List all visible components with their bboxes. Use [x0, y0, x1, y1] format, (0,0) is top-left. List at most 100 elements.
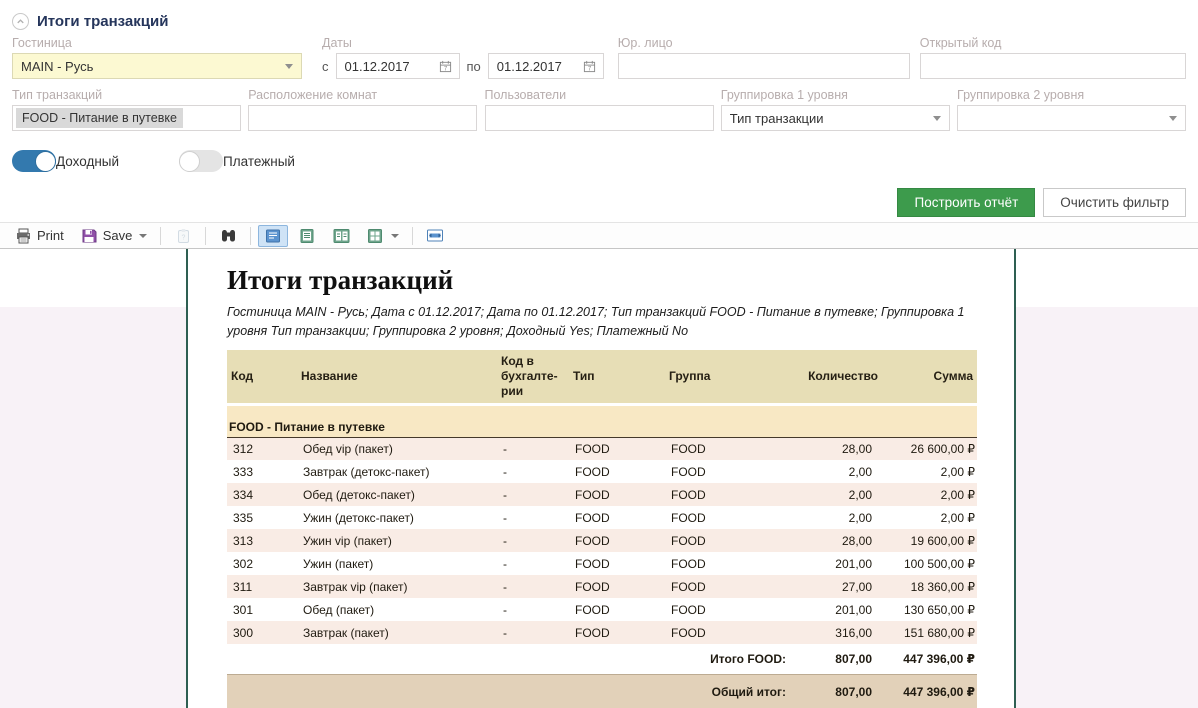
table-row: 313Ужин vip (пакет)-FOODFOOD28,0019 600,… [227, 529, 977, 552]
single-page-view-button[interactable] [258, 225, 288, 247]
continuous-view-button[interactable] [292, 225, 322, 247]
hotel-filter: Гостиница MAIN - Русь [12, 36, 302, 79]
table-cell: 312 [227, 437, 297, 460]
table-cell: 316,00 [794, 621, 882, 644]
table-cell: FOOD [569, 460, 665, 483]
save-button[interactable]: Save [74, 225, 154, 247]
calendar-icon[interactable]: 7 [581, 57, 599, 75]
chevron-down-icon [285, 64, 293, 69]
transaction-type-input[interactable]: FOOD - Питание в путевке [12, 105, 241, 131]
print-button[interactable]: Print [8, 225, 70, 247]
users-input[interactable] [486, 106, 713, 130]
multi-page-grid-button[interactable] [360, 225, 405, 247]
grouping2-select[interactable] [957, 105, 1186, 131]
table-cell: 2,00 [794, 460, 882, 483]
hotel-label: Гостиница [12, 36, 302, 53]
table-cell: - [497, 529, 569, 552]
grouping1-select[interactable]: Тип транзакции [721, 105, 950, 131]
clear-filter-button[interactable]: Очистить фильтр [1043, 188, 1186, 217]
room-location-input[interactable] [249, 106, 476, 130]
report-page: Итоги транзакций Гостиница MAIN - Русь; … [186, 249, 1016, 708]
table-cell: 2,00 ₽ [882, 460, 977, 483]
clipboard-button[interactable]: ? [168, 225, 198, 247]
group-total-row: Итого FOOD: 807,00 447 396,00 ₽ [227, 644, 977, 674]
date-from-field: 7 [336, 53, 460, 79]
table-cell: 301 [227, 598, 297, 621]
table-cell: Ужин (детокс-пакет) [297, 506, 497, 529]
users-label: Пользователи [485, 88, 714, 105]
table-row: 334Обед (детокс-пакет)-FOODFOOD2,002,00 … [227, 483, 977, 506]
table-cell: Обед (пакет) [297, 598, 497, 621]
table-cell: FOOD [569, 598, 665, 621]
table-cell: 311 [227, 575, 297, 598]
room-location-label: Расположение комнат [248, 88, 477, 105]
payment-toggle[interactable] [179, 150, 223, 172]
toolbar-separator [205, 227, 206, 245]
report-filter-summary: Гостиница MAIN - Русь; Дата с 01.12.2017… [227, 303, 977, 341]
search-button[interactable] [213, 225, 243, 247]
table-cell: FOOD [665, 598, 794, 621]
page-title: Итоги транзакций [37, 13, 168, 30]
table-cell: 2,00 ₽ [882, 506, 977, 529]
binoculars-icon [219, 227, 237, 245]
table-cell: FOOD [569, 552, 665, 575]
build-report-button[interactable]: Построить отчёт [897, 188, 1035, 217]
report-viewer: Итоги транзакций Гостиница MAIN - Русь; … [0, 249, 1198, 708]
page-width-button[interactable] [420, 225, 450, 247]
legal-entity-filter: Юр. лицо [618, 36, 910, 79]
table-row: 333Завтрак (детокс-пакет)-FOODFOOD2,002,… [227, 460, 977, 483]
group-header-label: FOOD - Питание в путевке [227, 404, 977, 437]
group-total-quantity: 807,00 [794, 644, 882, 674]
table-cell: 28,00 [794, 529, 882, 552]
table-row: 301Обед (пакет)-FOODFOOD201,00130 650,00… [227, 598, 977, 621]
table-cell: FOOD [665, 483, 794, 506]
table-cell: 151 680,00 ₽ [882, 621, 977, 644]
group-total-sum: 447 396,00 ₽ [882, 644, 977, 674]
toggle-knob [35, 151, 56, 172]
grouping1-select-value: Тип транзакции [730, 111, 824, 126]
transaction-type-filter: Тип транзакций FOOD - Питание в путевке [12, 88, 241, 131]
toolbar-separator [250, 227, 251, 245]
table-cell: 300 [227, 621, 297, 644]
collapse-panel-button[interactable] [12, 13, 29, 30]
page-width-icon [426, 227, 444, 245]
two-page-view-button[interactable] [326, 225, 356, 247]
table-cell: 302 [227, 552, 297, 575]
table-cell: - [497, 460, 569, 483]
grouping1-filter: Группировка 1 уровня Тип транзакции [721, 88, 950, 131]
grouping2-label: Группировка 2 уровня [957, 88, 1186, 105]
table-row: 312Обед vip (пакет)-FOODFOOD28,0026 600,… [227, 437, 977, 460]
table-cell: FOOD [569, 621, 665, 644]
table-cell: Ужин (пакет) [297, 552, 497, 575]
income-toggle[interactable] [12, 150, 56, 172]
hotel-select[interactable]: MAIN - Русь [12, 53, 302, 79]
date-to-input[interactable] [497, 59, 577, 74]
grouping1-label: Группировка 1 уровня [721, 88, 950, 105]
multi-page-grid-icon [366, 227, 384, 245]
date-to-prefix: по [467, 59, 481, 74]
calendar-icon[interactable]: 7 [437, 57, 455, 75]
open-code-input[interactable] [921, 54, 1185, 78]
table-cell: Ужин vip (пакет) [297, 529, 497, 552]
payment-toggle-label: Платежный [223, 154, 295, 169]
table-cell: - [497, 621, 569, 644]
report-title: Итоги транзакций [227, 265, 975, 296]
table-row: 302Ужин (пакет)-FOODFOOD201,00100 500,00… [227, 552, 977, 575]
single-page-view-icon [264, 227, 282, 245]
table-cell: FOOD [569, 437, 665, 460]
date-from-input[interactable] [345, 59, 425, 74]
save-label: Save [103, 228, 133, 243]
transaction-type-label: Тип транзакций [12, 88, 241, 105]
table-cell: - [497, 437, 569, 460]
table-header-row: Код Название Код в бухгалте-рии Тип Груп… [227, 350, 977, 405]
column-header-sum: Сумма [882, 350, 977, 405]
table-cell: 201,00 [794, 598, 882, 621]
chevron-down-icon [1169, 116, 1177, 121]
table-cell: FOOD [569, 506, 665, 529]
table-cell: 2,00 [794, 506, 882, 529]
table-cell: - [497, 598, 569, 621]
table-cell: - [497, 483, 569, 506]
toolbar-separator [160, 227, 161, 245]
report-table: Код Название Код в бухгалте-рии Тип Груп… [227, 350, 977, 708]
legal-entity-input[interactable] [619, 54, 909, 78]
